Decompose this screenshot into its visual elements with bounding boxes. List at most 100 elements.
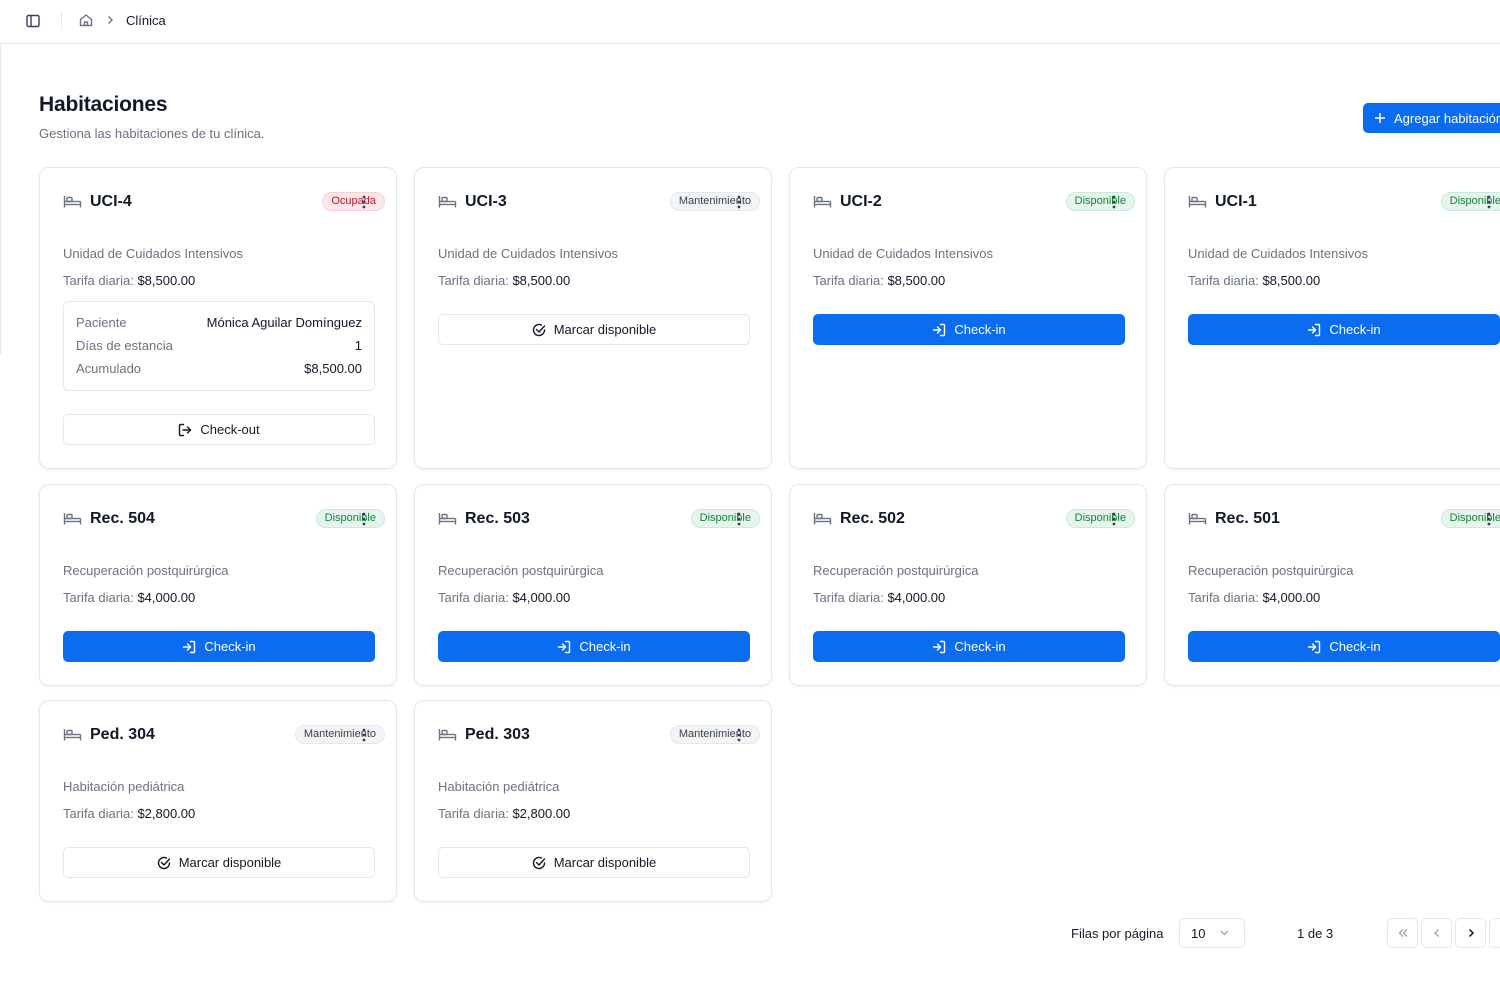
room-card: UCI-4 Ocupada Unidad de Cuidados Intensivo…: [39, 167, 397, 469]
room-name: UCI-3: [465, 193, 507, 210]
action-label: Check-in: [204, 639, 256, 654]
status-badge: Disponible: [315, 509, 385, 528]
daily-rate: Tarifa diaria: $2,800.00: [438, 806, 570, 821]
more-vertical-icon[interactable]: [1484, 194, 1494, 210]
more-vertical-icon[interactable]: [359, 727, 369, 743]
bed-icon: [438, 196, 457, 208]
more-vertical-icon[interactable]: [359, 194, 369, 210]
daily-rate-label: Tarifa diaria:: [438, 273, 509, 288]
room-name: Ped. 303: [465, 726, 530, 743]
add-room-label: Agregar habitación: [1394, 110, 1500, 126]
check-in-button[interactable]: Check-in: [1188, 631, 1500, 662]
more-vertical-icon[interactable]: [734, 727, 744, 743]
daily-rate-label: Tarifa diaria:: [438, 590, 509, 605]
room-card: Rec. 502 Disponible Recuperación postquirú…: [789, 484, 1147, 686]
room-description: Recuperación postquirúrgica: [813, 563, 979, 578]
first-page-button[interactable]: [1387, 918, 1418, 948]
more-vertical-icon[interactable]: [734, 194, 744, 210]
check-out-button[interactable]: Check-out: [63, 414, 375, 445]
room-description: Recuperación postquirúrgica: [438, 563, 604, 578]
patient-summary: Paciente Mónica Aguilar Domínguez Días de…: [63, 301, 375, 391]
daily-rate: Tarifa diaria: $4,000.00: [438, 590, 570, 605]
log-in-icon: [933, 640, 946, 653]
rows-per-page-select[interactable]: 10: [1179, 918, 1245, 948]
status-badge: Disponible: [1065, 509, 1135, 528]
mark-available-button[interactable]: Marcar disponible: [438, 314, 750, 345]
room-name: Rec. 503: [465, 510, 530, 527]
page-info: 1 de 3: [1297, 926, 1334, 941]
last-page-button[interactable]: [1489, 918, 1500, 948]
daily-rate: Tarifa diaria: $4,000.00: [63, 590, 195, 605]
check-in-button[interactable]: Check-in: [63, 631, 375, 662]
more-vertical-icon[interactable]: [1109, 511, 1119, 527]
more-vertical-icon[interactable]: [1484, 511, 1494, 527]
stay-days-value: 1: [354, 338, 362, 353]
check-in-button[interactable]: Check-in: [813, 631, 1125, 662]
room-description: Recuperación postquirúrgica: [63, 563, 229, 578]
bed-icon: [1188, 513, 1207, 525]
more-vertical-icon[interactable]: [1109, 194, 1119, 210]
status-badge: Mantenimiento: [669, 192, 760, 211]
room-name: UCI-1: [1215, 193, 1257, 210]
daily-rate: Tarifa diaria: $8,500.00: [63, 273, 195, 288]
plus-icon: [1375, 113, 1385, 123]
room-description: Unidad de Cuidados Intensivos: [63, 246, 243, 261]
more-vertical-icon[interactable]: [359, 511, 369, 527]
check-in-button[interactable]: Check-in: [438, 631, 750, 662]
room-name: Ped. 304: [90, 726, 155, 743]
sidebar-edge: [0, 44, 1, 354]
daily-rate-value: $4,000.00: [1262, 590, 1321, 605]
daily-rate-value: $8,500.00: [1262, 273, 1321, 288]
daily-rate: Tarifa diaria: $8,500.00: [438, 273, 570, 288]
action-label: Check-in: [1329, 639, 1381, 654]
log-in-icon: [1308, 323, 1321, 336]
chevron-right-icon: [108, 16, 113, 24]
room-card: Ped. 303 Mantenimiento Habitación pediátri…: [414, 700, 772, 902]
mark-available-button[interactable]: Marcar disponible: [438, 847, 750, 878]
daily-rate-label: Tarifa diaria:: [813, 273, 884, 288]
room-description: Unidad de Cuidados Intensivos: [438, 246, 618, 261]
rows-per-page-label: Filas por página: [1071, 926, 1164, 941]
room-name: Rec. 502: [840, 510, 905, 527]
room-card: Ped. 304 Mantenimiento Habitación pediátri…: [39, 700, 397, 902]
rows-per-page-value: 10: [1191, 925, 1206, 941]
action-label: Check-in: [579, 639, 631, 654]
page-title: Habitaciones: [39, 93, 168, 116]
next-page-button[interactable]: [1455, 918, 1486, 948]
top-bar: Clínica: [0, 0, 1500, 44]
patient-label: Paciente: [76, 315, 127, 330]
mark-available-button[interactable]: Marcar disponible: [63, 847, 375, 878]
divider: [61, 12, 62, 30]
room-name: Rec. 504: [90, 510, 155, 527]
home-icon[interactable]: [78, 12, 94, 28]
room-card: Rec. 501 Disponible Recuperación postquirú…: [1164, 484, 1500, 686]
log-out-icon: [179, 423, 192, 436]
daily-rate: Tarifa diaria: $8,500.00: [813, 273, 945, 288]
daily-rate-value: $2,800.00: [137, 806, 196, 821]
prev-page-button[interactable]: [1421, 918, 1452, 948]
chevron-down-icon: [1220, 930, 1229, 936]
bed-icon: [438, 729, 457, 741]
daily-rate-value: $8,500.00: [512, 273, 571, 288]
check-in-button[interactable]: Check-in: [813, 314, 1125, 345]
daily-rate-label: Tarifa diaria:: [63, 590, 134, 605]
daily-rate-label: Tarifa diaria:: [1188, 273, 1259, 288]
more-vertical-icon[interactable]: [734, 511, 744, 527]
sidebar-toggle-icon[interactable]: [25, 13, 41, 29]
daily-rate: Tarifa diaria: $8,500.00: [1188, 273, 1320, 288]
chevrons-left-icon: [1398, 929, 1407, 937]
accumulated-label: Acumulado: [76, 361, 142, 376]
daily-rate-value: $4,000.00: [512, 590, 571, 605]
check-circle-icon: [532, 323, 545, 336]
check-in-button[interactable]: Check-in: [1188, 314, 1500, 345]
patient-name: Mónica Aguilar Domínguez: [206, 315, 362, 330]
daily-rate: Tarifa diaria: $4,000.00: [1188, 590, 1320, 605]
add-room-button[interactable]: Agregar habitación: [1363, 103, 1500, 133]
status-badge: Ocupada: [322, 192, 385, 211]
room-description: Unidad de Cuidados Intensivos: [1188, 246, 1368, 261]
daily-rate-value: $8,500.00: [887, 273, 946, 288]
room-card: UCI-2 Disponible Unidad de Cuidados Intens…: [789, 167, 1147, 469]
room-description: Habitación pediátrica: [63, 779, 185, 794]
daily-rate-label: Tarifa diaria:: [1188, 590, 1259, 605]
daily-rate-value: $4,000.00: [887, 590, 946, 605]
